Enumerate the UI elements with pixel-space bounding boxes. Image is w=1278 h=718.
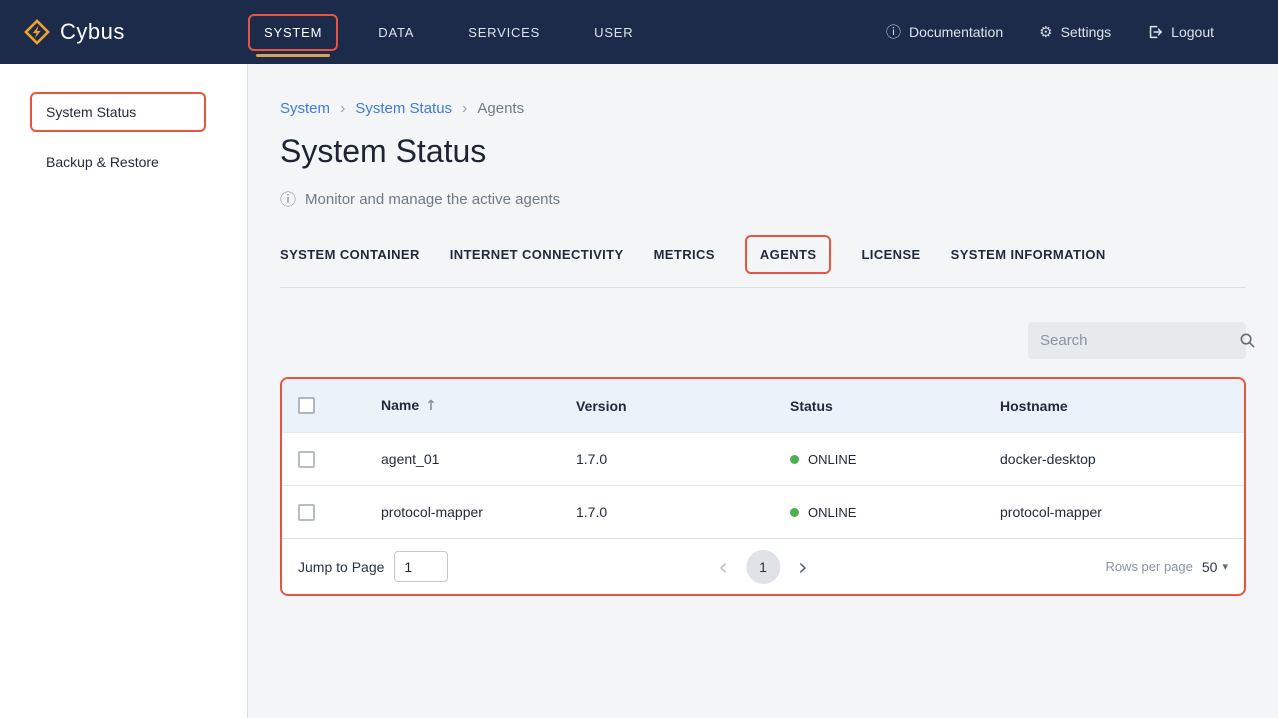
logout-link[interactable]: Logout xyxy=(1147,24,1214,40)
breadcrumb-agents: Agents xyxy=(477,100,524,117)
row-checkbox[interactable] xyxy=(298,451,315,468)
cell-hostname: docker-desktop xyxy=(1000,451,1228,467)
status-text: ONLINE xyxy=(808,452,856,467)
cybus-logo-icon xyxy=(24,19,50,45)
main-nav: SYSTEM DATA SERVICES USER xyxy=(248,14,886,51)
column-header-name[interactable]: Name↑ xyxy=(381,397,576,414)
app-window: Cybus SYSTEM DATA SERVICES USER ⓘ Docume… xyxy=(0,0,1278,718)
gear-icon: ⚙ xyxy=(1039,25,1052,40)
cell-status: ONLINE xyxy=(790,505,1000,520)
breadcrumb: System › System Status › Agents xyxy=(280,100,1246,117)
rows-per-page-label: Rows per page xyxy=(1105,559,1192,574)
cell-name: protocol-mapper xyxy=(381,504,576,520)
search-icon[interactable] xyxy=(1239,332,1256,349)
rows-per-page: Rows per page 50 ▾ xyxy=(1105,559,1228,575)
table-row[interactable]: agent_01 1.7.0 ONLINE docker-desktop xyxy=(282,432,1244,485)
logout-label: Logout xyxy=(1171,24,1214,40)
nav-item-services[interactable]: SERVICES xyxy=(454,16,554,49)
chevron-right-separator: › xyxy=(340,101,345,117)
tab-bar: SYSTEM CONTAINER INTERNET CONNECTIVITY M… xyxy=(280,234,1246,274)
settings-label: Settings xyxy=(1061,24,1112,40)
main-content: System › System Status › Agents System S… xyxy=(248,64,1278,718)
nav-item-user[interactable]: USER xyxy=(580,16,647,49)
row-checkbox[interactable] xyxy=(298,504,315,521)
tab-license[interactable]: LICENSE xyxy=(861,243,920,266)
tab-system-information[interactable]: SYSTEM INFORMATION xyxy=(951,243,1106,266)
documentation-label: Documentation xyxy=(909,24,1003,40)
tab-metrics[interactable]: METRICS xyxy=(654,243,715,266)
brand[interactable]: Cybus xyxy=(0,19,248,45)
top-navbar: Cybus SYSTEM DATA SERVICES USER ⓘ Docume… xyxy=(0,0,1278,64)
status-text: ONLINE xyxy=(808,505,856,520)
table-footer: Jump to Page ‹ 1 › Rows per page 50 ▾ xyxy=(282,538,1244,594)
tab-divider xyxy=(280,287,1246,288)
rows-per-page-select[interactable]: 50 ▾ xyxy=(1202,559,1228,575)
jump-to-page-label: Jump to Page xyxy=(298,559,384,575)
caret-down-icon: ▾ xyxy=(1222,560,1228,573)
sidebar-item-backup-restore[interactable]: Backup & Restore xyxy=(46,154,247,170)
status-online-dot xyxy=(790,508,799,517)
search-row xyxy=(280,322,1246,359)
column-header-status[interactable]: Status xyxy=(790,398,1000,414)
select-all-checkbox[interactable] xyxy=(298,397,315,414)
sidebar-item-system-status[interactable]: System Status xyxy=(30,92,206,132)
column-header-hostname[interactable]: Hostname xyxy=(1000,398,1228,414)
documentation-link[interactable]: ⓘ Documentation xyxy=(886,24,1003,40)
breadcrumb-system[interactable]: System xyxy=(280,100,330,117)
jump-to-page: Jump to Page xyxy=(298,551,448,582)
column-header-version[interactable]: Version xyxy=(576,398,790,414)
search-box xyxy=(1028,322,1246,359)
info-circle-icon: ⓘ xyxy=(280,192,296,208)
tab-internet-connectivity[interactable]: INTERNET CONNECTIVITY xyxy=(450,243,624,266)
chevron-right-separator: › xyxy=(462,101,467,117)
tab-system-container[interactable]: SYSTEM CONTAINER xyxy=(280,243,420,266)
chevron-right-icon[interactable]: › xyxy=(794,555,812,579)
tab-agents[interactable]: AGENTS xyxy=(745,235,832,274)
page-number-button[interactable]: 1 xyxy=(746,550,780,584)
cell-hostname: protocol-mapper xyxy=(1000,504,1228,520)
settings-link[interactable]: ⚙ Settings xyxy=(1039,24,1111,40)
table-header-row: Name↑ Version Status Hostname xyxy=(282,379,1244,432)
navbar-utilities: ⓘ Documentation ⚙ Settings Logout xyxy=(886,24,1214,40)
table-row[interactable]: protocol-mapper 1.7.0 ONLINE protocol-ma… xyxy=(282,485,1244,538)
breadcrumb-system-status[interactable]: System Status xyxy=(355,100,452,117)
cell-version: 1.7.0 xyxy=(576,451,790,467)
search-input[interactable] xyxy=(1040,332,1239,349)
page-subtitle: ⓘ Monitor and manage the active agents xyxy=(280,191,1246,208)
agents-table: Name↑ Version Status Hostname agent_01 1… xyxy=(280,377,1246,596)
sort-asc-icon[interactable]: ↑ xyxy=(425,398,437,414)
chevron-left-icon[interactable]: ‹ xyxy=(714,555,732,579)
page-subtitle-text: Monitor and manage the active agents xyxy=(305,191,560,208)
status-online-dot xyxy=(790,455,799,464)
rows-per-page-value: 50 xyxy=(1202,559,1218,575)
jump-to-page-input[interactable] xyxy=(394,551,448,582)
nav-item-data[interactable]: DATA xyxy=(364,16,428,49)
cell-name: agent_01 xyxy=(381,451,576,467)
brand-name: Cybus xyxy=(60,19,125,45)
nav-item-system[interactable]: SYSTEM xyxy=(248,14,338,51)
cell-status: ONLINE xyxy=(790,452,1000,467)
cell-version: 1.7.0 xyxy=(576,504,790,520)
page-title: System Status xyxy=(280,133,1246,170)
logout-icon xyxy=(1147,24,1163,40)
pagination-controls: ‹ 1 › xyxy=(714,550,811,584)
sidebar: System Status Backup & Restore xyxy=(0,64,248,718)
info-icon: ⓘ xyxy=(886,25,901,40)
